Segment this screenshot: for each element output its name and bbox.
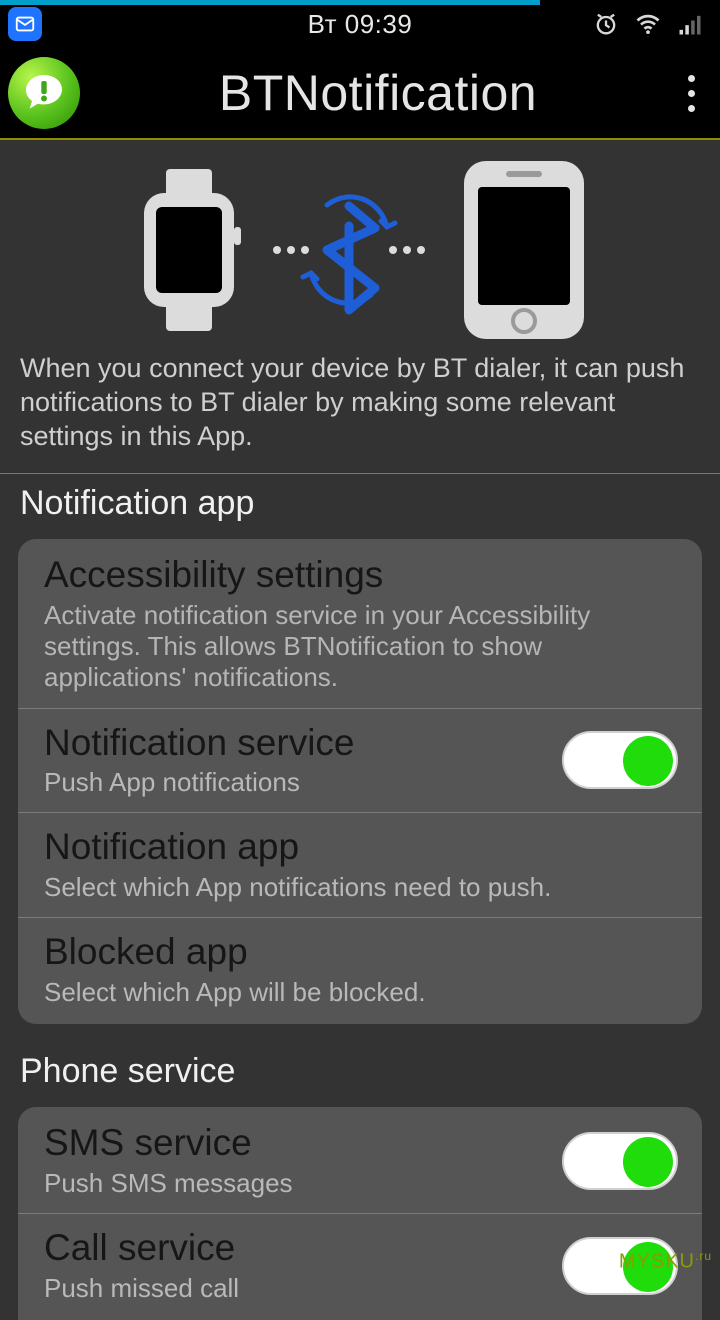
item-subtitle: Push App notifications	[44, 767, 546, 798]
phone-icon	[434, 155, 614, 345]
mail-notification-icon	[8, 7, 42, 41]
phone-service-card: SMS service Push SMS messages Call servi…	[18, 1107, 702, 1320]
notification-service-item[interactable]: Notification service Push App notificati…	[18, 709, 702, 814]
app-logo-icon	[8, 57, 80, 129]
item-subtitle: Activate notification service in your Ac…	[44, 600, 678, 694]
bluetooth-sync-icon	[269, 180, 429, 320]
status-bar: Вт 09:39	[0, 0, 720, 48]
section-header-phone: Phone service	[0, 1042, 720, 1101]
alarm-icon	[592, 10, 620, 38]
item-subtitle: Select which App will be blocked.	[44, 977, 678, 1008]
call-service-item[interactable]: Call service Push missed call	[18, 1214, 702, 1318]
watermark: MYSKU.ru	[619, 1249, 712, 1274]
item-subtitle: Push missed call	[44, 1273, 546, 1304]
app-title: BTNotification	[80, 64, 676, 122]
notification-settings-card: Accessibility settings Activate notifica…	[18, 539, 702, 1024]
item-subtitle: Select which App notifications need to p…	[44, 872, 678, 903]
intro-description: When you connect your device by BT diale…	[16, 340, 712, 459]
pairing-illustration	[16, 160, 712, 340]
item-subtitle: Push SMS messages	[44, 1168, 546, 1199]
loading-progress	[0, 0, 540, 5]
notification-app-item[interactable]: Notification app Select which App notifi…	[18, 813, 702, 918]
app-bar: BTNotification	[0, 48, 720, 140]
item-title: Notification service	[44, 723, 546, 764]
cell-signal-icon	[676, 10, 704, 38]
sms-service-toggle[interactable]	[562, 1132, 678, 1190]
blocked-app-item[interactable]: Blocked app Select which App will be blo…	[18, 918, 702, 1022]
item-title: Blocked app	[44, 932, 678, 973]
clock-text: Вт 09:39	[308, 9, 413, 40]
overflow-menu-button[interactable]	[676, 75, 706, 112]
item-title: Accessibility settings	[44, 555, 678, 596]
item-title: Notification app	[44, 827, 678, 868]
item-title: Call service	[44, 1228, 546, 1269]
wifi-icon	[634, 10, 662, 38]
notification-service-toggle[interactable]	[562, 731, 678, 789]
item-title: SMS service	[44, 1123, 546, 1164]
accessibility-settings-item[interactable]: Accessibility settings Activate notifica…	[18, 541, 702, 708]
sms-service-item[interactable]: SMS service Push SMS messages	[18, 1109, 702, 1214]
intro-section: When you connect your device by BT diale…	[0, 140, 720, 474]
section-header-notification: Notification app	[0, 474, 720, 533]
smartwatch-icon	[114, 165, 264, 335]
